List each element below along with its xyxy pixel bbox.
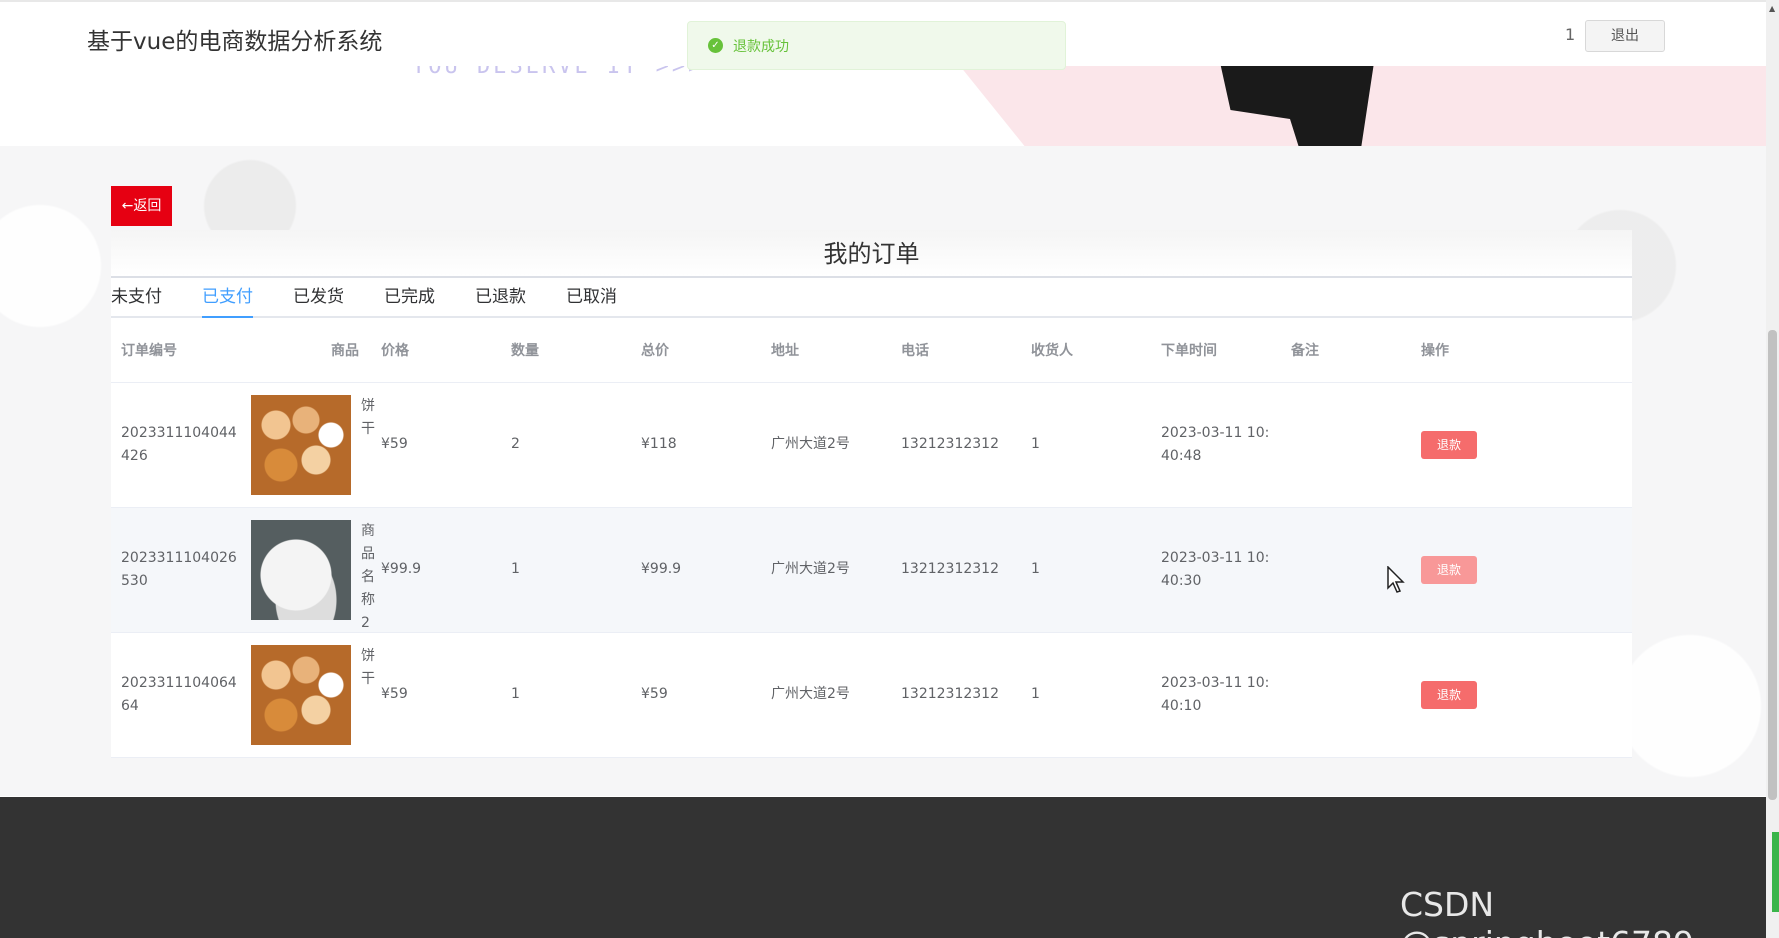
refund-button[interactable]: 退款 [1421,680,1477,709]
receiver: 1 [1021,382,1151,508]
tab-shipped[interactable]: 已发货 [293,278,344,316]
order-no: 2023311104044426 [111,382,241,508]
receiver: 1 [1021,632,1151,758]
tab-cancelled[interactable]: 已取消 [566,278,617,316]
header-order-no: 订单编号 [111,318,241,383]
orders-panel: 我的订单 未支付 已支付 已发货 已完成 已退款 已取消 订单编号 商品 价格 … [111,230,1632,758]
header-address: 地址 [761,318,891,383]
price: ¥99.9 [371,507,501,633]
remark [1281,382,1411,508]
scroll-up-icon[interactable]: ▲ [1769,4,1775,13]
refund-button[interactable]: 退款 [1421,555,1477,584]
total-price: ¥99.9 [631,507,761,633]
goods-cell: 商品名称2 [251,519,375,631]
order-time: 2023-03-11 10:40:30 [1151,507,1281,633]
phone: 13212312312 [891,632,1021,758]
phone: 13212312312 [891,507,1021,633]
orders-table: 订单编号 商品 价格 数量 总价 地址 电话 收货人 下单时间 备注 操作 20… [111,318,1632,758]
address: 广州大道2号 [761,632,891,758]
order-no: 202331110406464 [111,632,241,758]
phone: 13212312312 [891,382,1021,508]
goods-name: 商品名称2 [361,522,375,631]
user-name: 1 [1565,25,1576,44]
order-status-tabs: 未支付 已支付 已发货 已完成 已退款 已取消 [111,278,1632,318]
header-action: 操作 [1411,318,1632,383]
address: 广州大道2号 [761,507,891,633]
goods-name: 饼干 [361,647,375,687]
goods-image [251,394,351,495]
total-price: ¥118 [631,382,761,508]
header-receiver: 收货人 [1021,318,1151,383]
main-content: ←返回 我的订单 未支付 已支付 已发货 已完成 已退款 已取消 订单编号 商品… [0,146,1766,796]
order-time: 2023-03-11 10:40:10 [1151,632,1281,758]
tab-unpaid[interactable]: 未支付 [111,278,162,316]
goods-image [251,519,351,620]
goods-name: 饼干 [361,397,375,437]
mouse-cursor-icon [1387,566,1405,593]
tab-paid[interactable]: 已支付 [202,278,253,318]
quantity: 1 [501,507,631,633]
page-title: 我的订单 [111,230,1632,278]
header-total: 总价 [631,318,761,383]
price: ¥59 [371,382,501,508]
goods-image [251,644,351,745]
back-button[interactable]: ←返回 [111,186,172,226]
goods-cell: 饼干 [251,394,375,495]
watermark: CSDN @springboot6789 [1400,885,1694,938]
scrollbar-thumb[interactable] [1768,330,1777,800]
header-time: 下单时间 [1151,318,1281,383]
goods-cell: 饼干 [251,644,375,745]
header-qty: 数量 [501,318,631,383]
table-row: 2023311104044426 饼干 ¥59 2 ¥118 广州大道2号 13… [111,382,1632,508]
order-no: 2023311104026530 [111,507,241,633]
header-phone: 电话 [891,318,1021,383]
price: ¥59 [371,632,501,758]
header-price: 价格 [371,318,501,383]
vertical-scrollbar[interactable]: ▲ [1766,0,1779,938]
check-circle-icon: ✓ [708,38,723,53]
address: 广州大道2号 [761,382,891,508]
table-header-row: 订单编号 商品 价格 数量 总价 地址 电话 收货人 下单时间 备注 操作 [111,318,1632,383]
table-row: 202331110406464 饼干 ¥59 1 ¥59 广州大道2号 1321… [111,632,1632,758]
tab-refunded[interactable]: 已退款 [475,278,526,316]
logout-button[interactable]: 退出 [1585,20,1665,52]
remark [1281,632,1411,758]
order-time: 2023-03-11 10:40:48 [1151,382,1281,508]
tab-completed[interactable]: 已完成 [384,278,435,316]
side-widget [1772,832,1779,912]
site-title: 基于vue的电商数据分析系统 [87,29,383,55]
header-remark: 备注 [1281,318,1411,383]
banner-slogan: YOU DESERVE IT >>> [412,66,705,79]
toast-message: 退款成功 [733,38,789,55]
receiver: 1 [1021,507,1151,633]
refund-button[interactable]: 退款 [1421,430,1477,459]
banner: YOU DESERVE IT >>> [0,66,1766,146]
success-toast: ✓ 退款成功 [687,21,1066,70]
total-price: ¥59 [631,632,761,758]
quantity: 1 [501,632,631,758]
header-goods: 商品 [241,318,371,383]
quantity: 2 [501,382,631,508]
